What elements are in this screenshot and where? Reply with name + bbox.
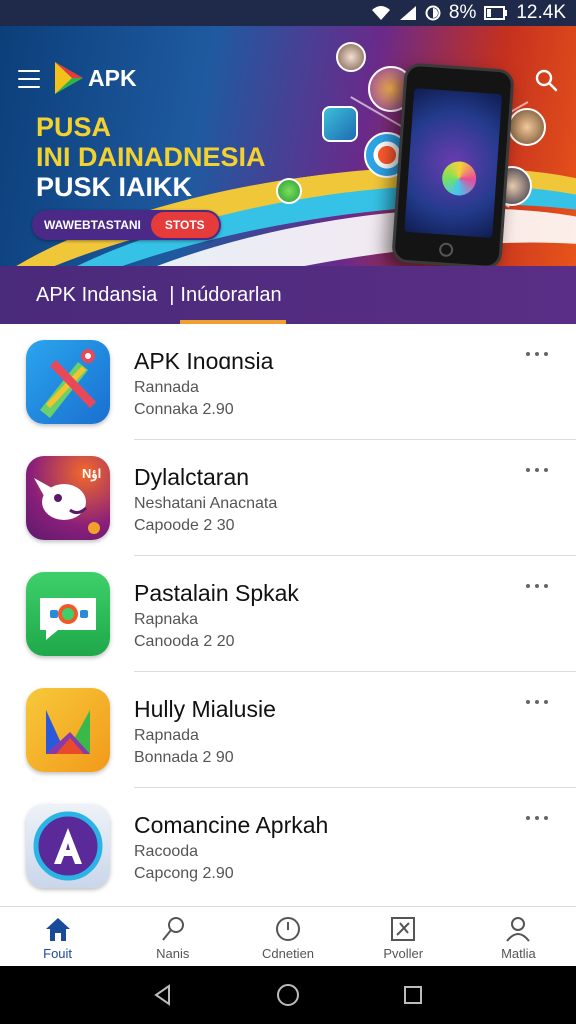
avatar-bubble xyxy=(336,42,366,72)
hero-headline: PUSA INI DAINADNESIA PUSK IAIKK xyxy=(36,112,266,202)
home-icon xyxy=(45,918,70,941)
more-options-icon[interactable] xyxy=(526,468,548,474)
logo-text: APK xyxy=(88,64,137,91)
hero-line-3: PUSK IAIKK xyxy=(36,172,193,202)
hero-line-2: INI DAINADNESIA xyxy=(36,142,266,172)
pen-icon xyxy=(26,340,110,424)
app-developer: Rannada xyxy=(134,379,199,396)
hero-cta-label: WAWEBTASTANI xyxy=(44,218,141,232)
nav-item-pvoller[interactable]: Pvoller xyxy=(346,907,461,966)
tab-separator: | xyxy=(169,283,175,306)
app-developer: Neshatani Anacnata xyxy=(134,495,278,512)
hero-cta[interactable]: WAWEBTASTANI STOTS xyxy=(32,210,221,240)
list-item[interactable]: APK Inoɑnsia Rannada Connaka 2.90 xyxy=(0,324,576,440)
nav-label: Pvoller xyxy=(383,946,424,961)
wifi-icon xyxy=(371,5,391,21)
play-logo-icon xyxy=(55,62,83,94)
menu-icon[interactable] xyxy=(18,70,40,88)
nav-label: Matlia xyxy=(501,946,536,961)
more-options-icon[interactable] xyxy=(526,700,548,706)
app-name: Dylalctaran xyxy=(134,464,250,490)
compass-icon xyxy=(276,917,300,941)
app-version: Capcong 2.90 xyxy=(134,865,234,882)
signal-icon xyxy=(399,5,417,21)
status-time: 12.4K xyxy=(516,2,566,23)
app-developer: Racooda xyxy=(134,843,199,860)
tools-icon xyxy=(391,917,416,941)
phone-illustration xyxy=(391,62,515,266)
app-developer: Rapnaka xyxy=(134,611,199,628)
avatar-bubble xyxy=(508,108,546,146)
list-item[interactable]: Hully Mialusie Rapnada Bonnada 2 90 xyxy=(0,672,576,788)
mascot-icon: Nؤl xyxy=(26,456,110,540)
tab-inudorarlan[interactable]: Inúdorarlan xyxy=(180,284,281,307)
battery-percent: 8% xyxy=(448,2,477,23)
app-screen: 8% 12.4K APK PUSA INI DAINADNESIA PUSK I… xyxy=(0,0,576,1024)
app-list: APK Inoɑnsia Rannada Connaka 2.90 Nؤl Dy… xyxy=(0,324,576,904)
recents-icon[interactable] xyxy=(400,982,426,1008)
category-tabs: APK Indansia | Inúdorarlan xyxy=(0,266,576,324)
nav-item-nanis[interactable]: Nanis xyxy=(115,907,230,966)
shapes-icon xyxy=(26,688,110,772)
tab-apk-indansia[interactable]: APK Indansia xyxy=(36,284,157,307)
search-tag-icon xyxy=(162,917,184,941)
nav-label: Cdnetien xyxy=(261,946,315,961)
letter-a-icon xyxy=(26,804,110,888)
nav-item-cdnetien[interactable]: Cdnetien xyxy=(230,907,345,966)
bottom-navigation: Fouit Nanis Cdnetien Pvoller Matlia xyxy=(0,906,576,966)
orb-bubble xyxy=(276,178,302,204)
hero-banner[interactable]: APK PUSA INI DAINADNESIA PUSK IAIKK WAWE… xyxy=(0,26,576,266)
hero-line-1: PUSA xyxy=(36,112,112,142)
more-options-icon[interactable] xyxy=(526,816,548,822)
app-name: Hully Mialusie xyxy=(134,696,276,722)
battery-saver-icon xyxy=(425,5,441,21)
app-name: Pastalain Spkak xyxy=(134,580,299,606)
system-navigation-bar xyxy=(0,966,576,1024)
app-version: Canooda 2 20 xyxy=(134,633,235,650)
list-item[interactable]: Pastalain Spkak Rapnaka Canooda 2 20 xyxy=(0,556,576,672)
app-developer: Rapnada xyxy=(134,727,199,744)
nav-item-fouit[interactable]: Fouit xyxy=(0,907,115,966)
home-button-icon[interactable] xyxy=(275,982,301,1008)
nav-label: Fouit xyxy=(43,946,73,961)
app-name: APK Inoɑnsia xyxy=(134,348,274,374)
nav-label: Nanis xyxy=(156,946,190,961)
back-icon[interactable] xyxy=(150,982,176,1008)
svg-text:Nؤl: Nؤl xyxy=(82,466,101,482)
profile-icon xyxy=(506,917,531,942)
status-bar: 8% 12.4K xyxy=(0,0,576,26)
app-bubble xyxy=(322,106,358,142)
list-item[interactable]: Comancine Aprkah Racooda Capcong 2.90 xyxy=(0,788,576,904)
nav-item-matlia[interactable]: Matlia xyxy=(461,907,576,966)
hero-cta-button[interactable]: STOTS xyxy=(150,212,219,238)
list-item[interactable]: Nؤl Dylalctaran Neshatani Anacnata Capoo… xyxy=(0,440,576,556)
more-options-icon[interactable] xyxy=(526,352,548,358)
app-version: Bonnada 2 90 xyxy=(134,749,234,766)
more-options-icon[interactable] xyxy=(526,584,548,590)
app-logo: APK xyxy=(52,60,137,96)
search-icon[interactable] xyxy=(534,68,558,92)
app-version: Connaka 2.90 xyxy=(134,401,234,418)
chat-icon xyxy=(26,572,110,656)
app-version: Capoode 2 30 xyxy=(134,517,235,534)
app-name: Comancine Aprkah xyxy=(134,812,329,838)
battery-icon xyxy=(484,6,508,20)
